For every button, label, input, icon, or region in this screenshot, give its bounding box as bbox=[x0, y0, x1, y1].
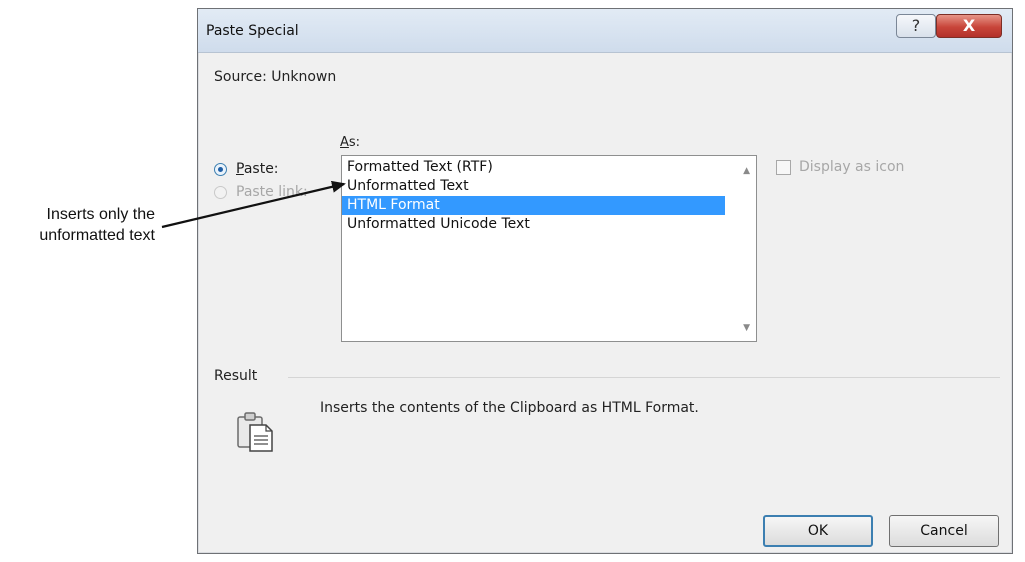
display-as-icon-label: Display as icon bbox=[799, 159, 905, 175]
callout-line-1: Inserts only the bbox=[46, 206, 156, 223]
paste-link-radio[interactable] bbox=[214, 185, 227, 199]
format-option[interactable]: Unformatted Text bbox=[342, 177, 725, 196]
paste-link-label: Paste link: bbox=[236, 184, 308, 200]
result-divider bbox=[288, 377, 1000, 378]
scroll-up-icon[interactable]: ▲ bbox=[743, 166, 750, 176]
help-button[interactable]: ? bbox=[896, 14, 936, 38]
ok-button[interactable]: OK bbox=[763, 515, 873, 547]
result-label: Result bbox=[214, 368, 258, 384]
paste-radio-label: Paste: bbox=[236, 161, 279, 177]
format-option-selected[interactable]: HTML Format bbox=[342, 196, 725, 215]
as-label-accesskey: A bbox=[340, 135, 349, 150]
help-icon: ? bbox=[911, 16, 921, 35]
display-as-icon-row[interactable]: Display as icon bbox=[776, 159, 904, 175]
callout-line-2: unformatted text bbox=[39, 227, 155, 244]
format-option[interactable]: Unformatted Unicode Text bbox=[342, 215, 725, 234]
format-option[interactable]: Formatted Text (RTF) bbox=[342, 158, 725, 177]
display-as-icon-checkbox[interactable] bbox=[776, 159, 791, 175]
dialog-title: Paste Special bbox=[206, 23, 299, 39]
result-description: Inserts the contents of the Clipboard as… bbox=[320, 400, 699, 416]
title-bar: Paste Special ? X bbox=[198, 9, 1012, 53]
clipboard-paste-icon bbox=[237, 412, 273, 452]
as-label-text: s: bbox=[348, 135, 361, 150]
paste-link-radio-row[interactable]: Paste link: bbox=[214, 182, 308, 202]
paste-label-text: aste: bbox=[243, 161, 279, 177]
paste-radio-row[interactable]: Paste: bbox=[214, 159, 279, 179]
callout-annotation: Inserts only the unformatted text bbox=[0, 204, 155, 246]
as-label: As: bbox=[340, 135, 360, 150]
paste-radio[interactable] bbox=[214, 162, 227, 176]
as-format-listbox[interactable]: Formatted Text (RTF) Unformatted Text HT… bbox=[341, 155, 757, 342]
source-label: Source: Unknown bbox=[214, 69, 337, 85]
close-button[interactable]: X bbox=[936, 14, 1002, 38]
paste-special-dialog: Paste Special ? X Source: Unknown As: Pa… bbox=[197, 8, 1013, 554]
close-icon: X bbox=[962, 16, 976, 35]
paste-accesskey: P bbox=[236, 161, 244, 177]
scroll-down-icon[interactable]: ▼ bbox=[743, 323, 750, 333]
cancel-button[interactable]: Cancel bbox=[889, 515, 999, 547]
